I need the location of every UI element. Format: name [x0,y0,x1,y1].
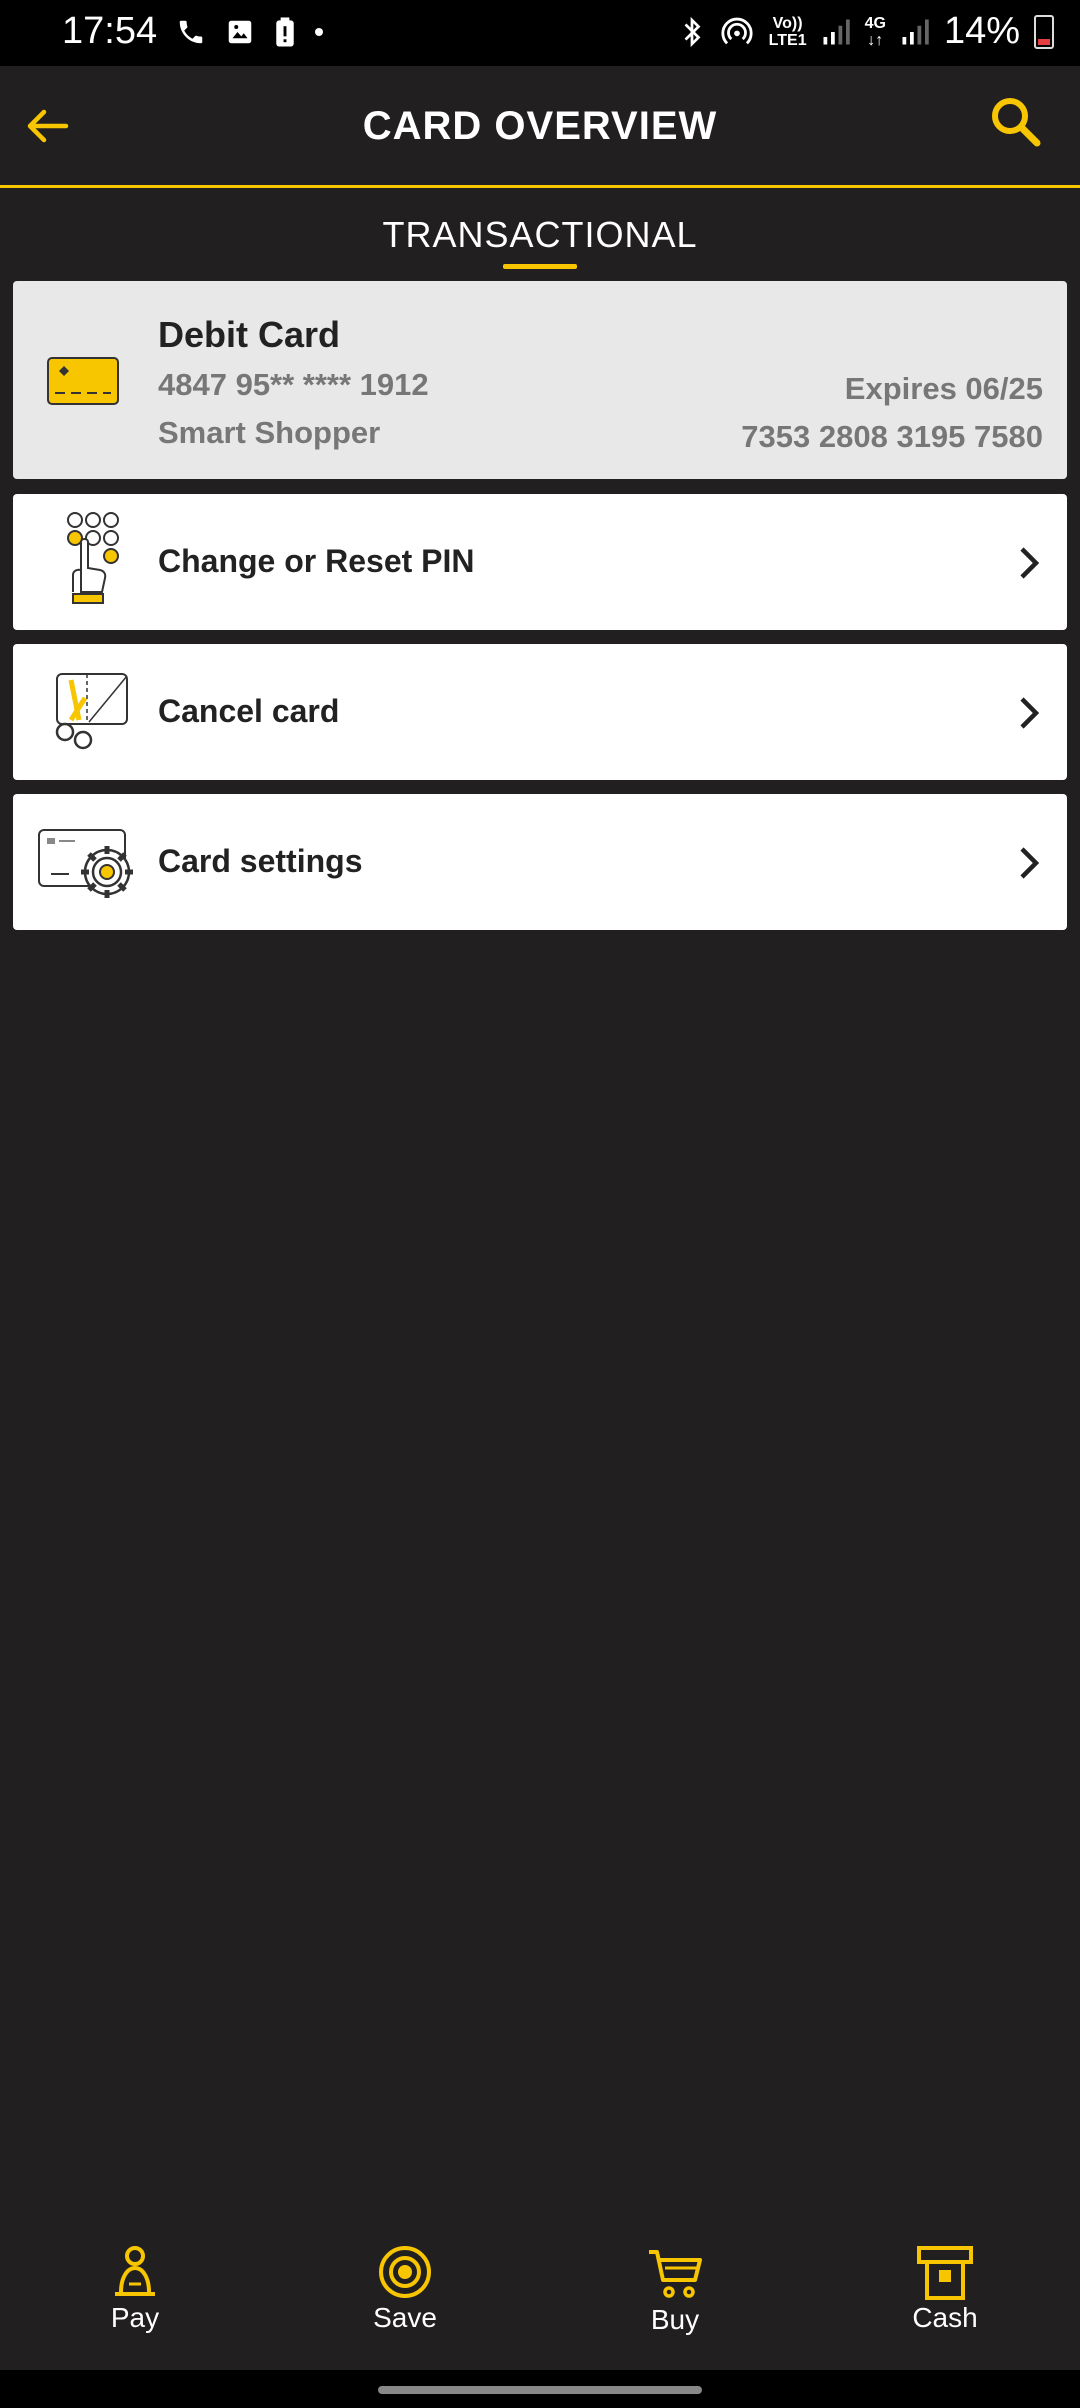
battery-percent: 14% [943,10,1020,52]
page-title: CARD OVERVIEW [362,104,718,148]
pay-icon [115,2246,155,2296]
gesture-navigation-bar [0,2370,1080,2408]
status-left-icons [176,16,324,48]
data-line2: ↓↑ [867,31,884,49]
home-gesture-handle[interactable] [378,2386,702,2394]
bluetooth-icon [684,16,701,47]
debit-card-summary[interactable]: Debit Card 4847 95** **** 1912 Smart Sho… [13,281,1067,479]
nav-save-label: Save [373,2302,437,2333]
card-title: Debit Card [158,314,341,355]
row-label: Change or Reset PIN [158,543,475,579]
battery-alert-icon [276,17,294,47]
chevron-right-icon [1020,547,1040,579]
signal-2-icon [902,19,929,44]
volte-indicator: Vo)) LTE1 [769,15,807,49]
status-time: 17:54 [62,10,158,52]
nav-save[interactable]: Save [270,2230,540,2370]
active-tab-indicator [503,264,577,269]
tab-transactional[interactable]: TRANSACTIONAL [0,214,1080,256]
phone-icon [179,20,203,44]
search-icon[interactable] [986,92,1046,152]
card-gear-icon [38,829,133,898]
nav-buy[interactable]: Buy [540,2230,810,2370]
volte-line1: Vo)) [772,14,803,32]
pin-keypad-icon [67,512,119,604]
signal-icon [823,19,850,44]
nav-buy-label: Buy [650,2304,700,2335]
card-number: 4847 95** **** 1912 [158,367,429,402]
save-target-icon [379,2246,431,2298]
scissors-card-icon [55,673,128,750]
volte-line2: LTE1 [768,31,807,49]
atm-cash-icon [917,2246,973,2300]
data-indicator: 4G ↓↑ [865,15,886,49]
app-header: CARD OVERVIEW [0,66,1080,188]
status-right-icons: Vo)) LTE1 4G ↓↑ 14% [679,10,1054,53]
status-bar: 17:54 Vo)) LTE1 4G ↓↑ 14% [0,0,1080,66]
card-plan: Smart Shopper [158,415,381,450]
change-reset-pin-row[interactable]: Change or Reset PIN [13,494,1067,630]
nav-pay[interactable]: Pay [0,2230,270,2370]
chevron-right-icon [1020,697,1040,729]
row-label: Card settings [158,843,363,879]
cart-icon [649,2250,702,2298]
credit-card-icon [47,357,119,405]
data-line1: 4G [864,14,886,32]
hotspot-icon [721,17,753,44]
dot-icon [315,28,323,36]
card-settings-row[interactable]: Card settings [13,794,1067,930]
cancel-card-row[interactable]: Cancel card [13,644,1067,780]
account-number: 7353 2808 3195 7580 [741,419,1043,454]
bottom-navigation: Pay Save Buy Cash [0,2230,1080,2370]
row-label: Cancel card [158,693,340,729]
battery-icon [1034,14,1054,49]
nav-cash[interactable]: Cash [810,2230,1080,2370]
nav-pay-label: Pay [110,2302,160,2333]
chevron-right-icon [1020,847,1040,879]
card-expiry: Expires 06/25 [844,371,1043,406]
nav-cash-label: Cash [912,2302,978,2333]
gallery-icon [228,20,252,44]
